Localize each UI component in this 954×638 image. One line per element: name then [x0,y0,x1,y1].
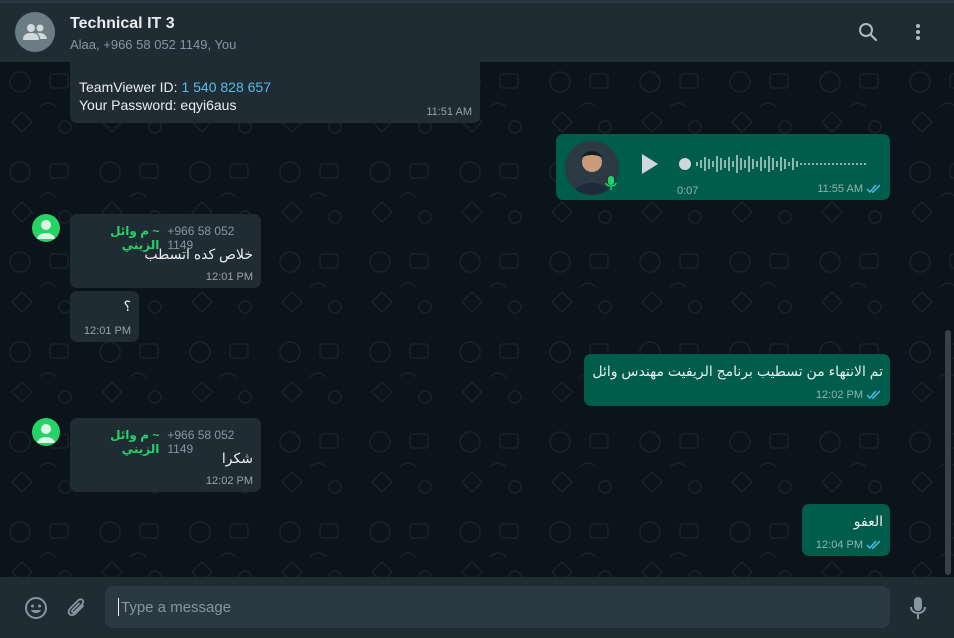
message-text: ؟ [123,298,131,314]
message-incoming[interactable]: +966 58 052 1149 ~ م وائل الزيني خلاص كد… [70,214,261,288]
message-outgoing[interactable]: العفو 12:04 PM [802,504,890,556]
message-text: العفو [853,513,883,529]
teamviewer-id-label: TeamViewer ID: [79,79,182,95]
chat-area[interactable]: TeamViewer ID: 1 540 828 657 Your Passwo… [0,62,954,577]
teamviewer-password: Your Password: eqyi6aus [79,97,237,113]
emoji-icon[interactable] [24,596,48,620]
message-teamviewer[interactable]: TeamViewer ID: 1 540 828 657 Your Passwo… [70,62,480,123]
whatsapp-app: Technical IT 3 Alaa, +966 58 052 1149, Y… [0,0,954,638]
message-time: 12:01 PM [83,325,131,337]
sender-name[interactable]: ~ م وائل الزيني [79,428,159,456]
search-icon[interactable] [856,20,880,44]
play-icon[interactable] [638,153,660,175]
message-outgoing[interactable]: تم الانتهاء من تسطيب برنامج الريفيت مهند… [584,354,890,406]
text-caret [118,598,119,616]
chat-participants: Alaa, +966 58 052 1149, You [70,37,237,52]
composer-bar [0,577,954,638]
message-input[interactable] [121,598,890,616]
teamviewer-id-link[interactable]: 1 540 828 657 [181,79,271,95]
mic-icon[interactable] [906,596,930,620]
message-text: شكرا [221,450,253,466]
message-time-text: 12:02 PM [815,389,863,401]
message-time: 11:55 AM [817,183,882,195]
voice-duration: 0:07 [677,185,699,197]
message-voice-note[interactable]: 0:07 11:55 AM [556,134,890,200]
message-text: خلاص كده اتسطب [144,246,253,262]
message-time-text: 12:04 PM [815,539,863,551]
chat-scrollbar[interactable] [945,330,951,575]
voice-waveform[interactable] [678,151,870,177]
user-avatar-icon[interactable] [32,214,60,242]
chat-header[interactable]: Technical IT 3 Alaa, +966 58 052 1149, Y… [0,3,954,62]
message-time-text: 11:55 AM [817,183,863,195]
message-text: تم الانتهاء من تسطيب برنامج الريفيت مهند… [592,363,883,379]
user-avatar-icon[interactable] [32,418,60,446]
message-time: 11:51 AM [426,106,472,118]
read-ticks-icon [866,390,881,400]
message-incoming[interactable]: ؟ 12:01 PM [70,291,139,342]
chat-title[interactable]: Technical IT 3 [70,15,175,33]
message-input-box[interactable] [105,586,890,628]
message-time: 12:01 PM [205,271,253,283]
read-ticks-icon [866,184,881,194]
message-time: 12:02 PM [816,389,882,401]
attach-icon[interactable] [65,596,89,620]
message-time: 12:02 PM [205,475,253,487]
teamviewer-id-line: TeamViewer ID: 1 540 828 657 [79,78,271,96]
group-avatar-icon[interactable] [15,12,55,52]
message-time: 12:04 PM [816,539,882,551]
read-ticks-icon [866,540,881,550]
mic-badge-icon [603,175,619,191]
message-incoming[interactable]: +966 58 052 1149 ~ م وائل الزيني شكرا 12… [70,418,261,492]
menu-icon[interactable] [906,20,930,44]
